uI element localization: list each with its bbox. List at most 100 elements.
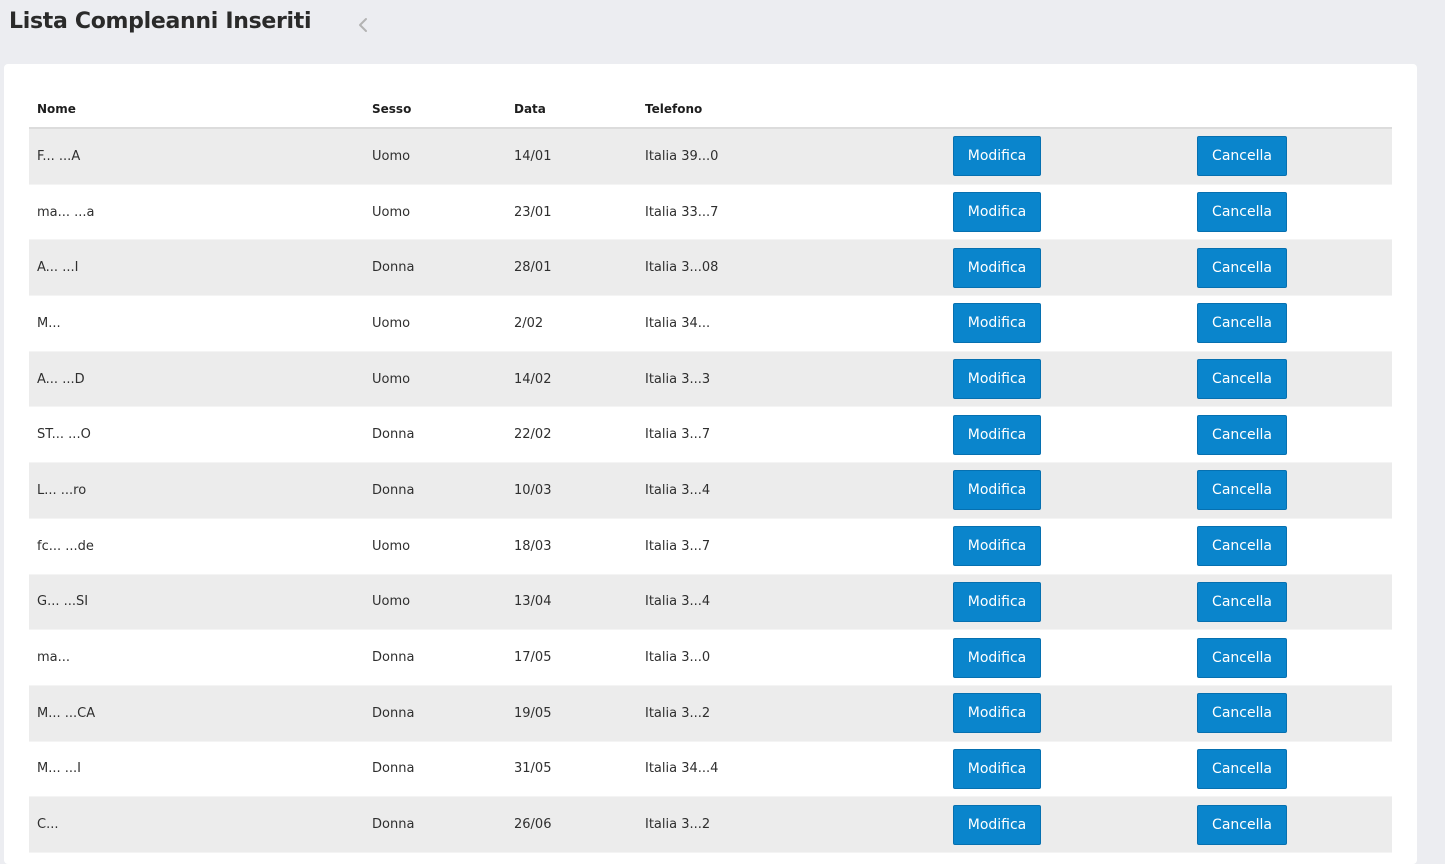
cell-cancella: Cancella [1189,685,1392,741]
modify-button[interactable]: Modifica [953,581,1041,622]
cell-cancella: Cancella [1189,574,1392,630]
cell-nome: M... ...CA [37,705,96,721]
cell-cancella: Cancella [1189,184,1392,240]
cell-cancella: Cancella [1189,296,1392,352]
cell-nome: F... ...A [37,148,81,164]
delete-button[interactable]: Cancella [1197,359,1287,400]
modify-button[interactable]: Modifica [953,359,1041,400]
delete-button[interactable]: Cancella [1197,247,1287,288]
delete-button[interactable]: Cancella [1197,303,1287,344]
cell-telefono: Italia 3...0 [645,650,711,666]
cell-modifica: Modifica [945,296,1189,352]
table-row: ST... ...O Donna 22/02 Italia 3...7 Modifica… [29,407,1392,463]
cell-telefono: Italia 39...0 [645,148,719,164]
cell-data: 18/03 [514,538,552,554]
modify-button[interactable]: Modifica [953,136,1041,177]
cell-modifica: Modifica [945,797,1189,853]
cell-sesso: Uomo [372,594,411,610]
chevron-left-icon[interactable] [356,17,372,33]
column-header-sesso: Sesso [364,91,506,129]
cell-nome: ST... ...O [37,427,91,443]
cell-data: 13/04 [514,594,552,610]
cell-cancella: Cancella [1189,741,1392,797]
modify-button[interactable]: Modifica [953,693,1041,734]
delete-button[interactable]: Cancella [1197,748,1287,789]
cell-modifica: Modifica [945,128,1189,184]
cell-data: 26/06 [514,817,552,833]
cell-nome: fc... ...de [37,538,94,554]
table-row: L... ...ro Donna 10/03 Italia 3...4 Modifica… [29,462,1392,519]
cell-data: 19/05 [514,705,552,721]
modify-button[interactable]: Modifica [953,247,1041,288]
cell-sesso: Donna [372,427,415,443]
cell-telefono: Italia 34...4 [645,761,719,777]
cell-cancella: Cancella [1189,128,1392,184]
cell-telefono: Italia 3...7 [645,427,711,443]
cell-nome: G... ...SI [37,594,89,610]
cell-telefono: Italia 3...08 [645,260,719,276]
cell-telefono: Italia 3...4 [645,482,711,498]
cell-nome: M... [37,315,61,331]
delete-button[interactable]: Cancella [1197,637,1287,678]
modify-button[interactable]: Modifica [953,526,1041,567]
delete-button[interactable]: Cancella [1197,581,1287,622]
cell-data: 28/01 [514,260,552,276]
delete-button[interactable]: Cancella [1197,192,1287,233]
cell-telefono: Italia 3...4 [645,594,711,610]
cell-modifica: Modifica [945,463,1189,519]
table-row: M... Uomo 2/02 Italia 34... Modifica Cancella [29,296,1392,352]
cell-modifica: Modifica [945,240,1189,296]
modify-button[interactable]: Modifica [953,303,1041,344]
cell-sesso: Donna [372,260,415,276]
table-row: M... ...I Donna 31/05 Italia 34...4 Modifica… [29,741,1392,797]
cell-modifica: Modifica [945,685,1189,741]
modify-button[interactable]: Modifica [953,748,1041,789]
table-body: F... ...A Uomo 14/01 Italia 39...0 Modifica C… [29,128,1392,853]
modify-button[interactable]: Modifica [953,414,1041,455]
modify-button[interactable]: Modifica [953,637,1041,678]
column-header-cancella [1189,91,1392,129]
table-row: F... ...A Uomo 14/01 Italia 39...0 Modifica C… [29,128,1392,185]
modify-button[interactable]: Modifica [953,804,1041,845]
cell-sesso: Donna [372,650,415,666]
delete-button[interactable]: Cancella [1197,526,1287,567]
cell-sesso: Donna [372,482,415,498]
modify-button[interactable]: Modifica [953,192,1041,233]
cell-data: 23/01 [514,204,552,220]
cell-sesso: Donna [372,817,415,833]
table-row: C... Donna 26/06 Italia 3...2 Modifica Cancel… [29,796,1392,853]
cell-cancella: Cancella [1189,463,1392,519]
cell-sesso: Donna [372,705,415,721]
page-title: Lista Compleanni Inseriti [9,9,312,34]
delete-button[interactable]: Cancella [1197,414,1287,455]
delete-button[interactable]: Cancella [1197,804,1287,845]
cell-data: 14/01 [514,148,552,164]
cell-cancella: Cancella [1189,630,1392,686]
table-row: ma... ...a Uomo 23/01 Italia 33...7 Modifica… [29,184,1392,240]
delete-button[interactable]: Cancella [1197,136,1287,177]
table-row: M... ...CA Donna 19/05 Italia 3...2 Modifica… [29,685,1392,742]
cell-telefono: Italia 3...3 [645,371,711,387]
delete-button[interactable]: Cancella [1197,470,1287,511]
table-row: fc... ...de Uomo 18/03 Italia 3...7 Modifica… [29,518,1392,574]
cell-nome: A... ...I [37,260,79,276]
cell-telefono: Italia 33...7 [645,204,719,220]
cell-modifica: Modifica [945,407,1189,463]
cell-cancella: Cancella [1189,240,1392,296]
cell-nome: ma... [37,650,71,666]
cell-nome: ma... ...a [37,204,95,220]
birthday-table: Nome Sesso Data Telefono F... ...A Uomo 14… [29,91,1392,853]
cell-sesso: Uomo [372,148,411,164]
column-header-nome: Nome [29,91,364,129]
cell-cancella: Cancella [1189,797,1392,853]
modify-button[interactable]: Modifica [953,470,1041,511]
delete-button[interactable]: Cancella [1197,693,1287,734]
cell-modifica: Modifica [945,518,1189,574]
cell-cancella: Cancella [1189,518,1392,574]
cell-telefono: Italia 3...7 [645,538,711,554]
table-row: A... ...D Uomo 14/02 Italia 3...3 Modifica Ca… [29,351,1392,407]
table-row: G... ...SI Uomo 13/04 Italia 3...4 Modifica C… [29,574,1392,630]
table-row: ma... Donna 17/05 Italia 3...0 Modifica Cance… [29,630,1392,686]
cell-modifica: Modifica [945,184,1189,240]
cell-telefono: Italia 34... [645,315,711,331]
